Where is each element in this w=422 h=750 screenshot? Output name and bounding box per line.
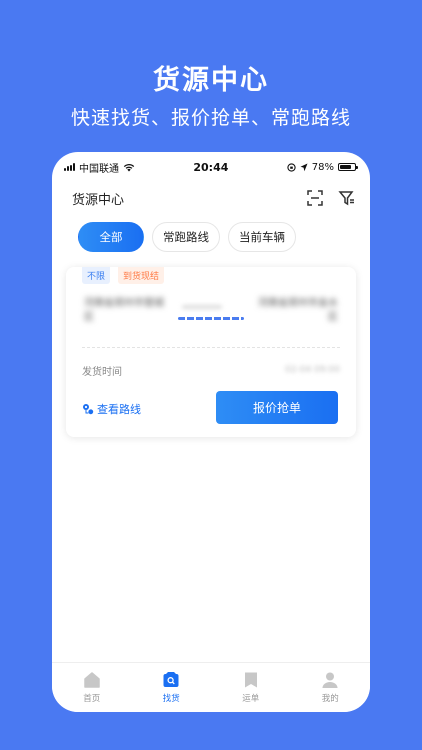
tab-bar: 首页 找货 运单 我的	[52, 662, 370, 712]
scan-icon[interactable]	[306, 189, 324, 207]
route-icon	[83, 404, 94, 415]
status-right: 78%	[287, 161, 358, 173]
battery-icon	[338, 163, 358, 171]
filter-chip-frequent-routes[interactable]: 常跑路线	[152, 222, 220, 252]
filter-chip-all[interactable]: 全部	[78, 222, 144, 252]
tab-waybill-label: 运单	[242, 694, 260, 704]
tab-home[interactable]: 首页	[62, 671, 122, 704]
filter-chip-current-vehicle[interactable]: 当前车辆	[228, 222, 296, 252]
location-icon	[300, 163, 308, 171]
tag-unlimited: 不限	[82, 267, 111, 284]
view-route-link[interactable]: 查看路线	[82, 401, 141, 417]
battery-percent: 78%	[311, 161, 334, 173]
status-bar: 中国联通 20:44 78%	[52, 152, 370, 182]
route-line	[178, 317, 244, 320]
destination-address: 河南省郑州市金水区	[258, 298, 338, 323]
origin-address: 河南省郑州市管城区	[84, 298, 164, 323]
promo-title: 货源中心	[153, 65, 269, 96]
cargo-card[interactable]: 不限 到货现结 河南省郑州市管城区 河南省郑州市金水区 发货时间 02-04 0…	[66, 267, 356, 437]
promo-subtitle: 快速找货、报价抢单、常跑路线	[70, 107, 351, 129]
status-left: 中国联通	[64, 160, 135, 175]
nav-bar: 货源中心	[52, 182, 370, 214]
quote-grab-button[interactable]: 报价抢单	[216, 391, 338, 424]
tab-home-label: 首页	[83, 694, 101, 704]
tab-profile[interactable]: 我的	[300, 671, 360, 704]
waybill-icon	[244, 672, 257, 688]
ship-time-label: 发货时间	[82, 367, 122, 378]
nav-actions	[306, 189, 356, 207]
filter-chips: 全部 常跑路线 当前车辆	[52, 222, 370, 252]
tab-find-goods-label: 找货	[162, 694, 180, 704]
carrier-label: 中国联通	[79, 163, 119, 175]
route-distance	[182, 305, 222, 309]
page-title: 货源中心	[72, 192, 125, 208]
home-icon	[84, 672, 100, 688]
phone-screen: 中国联通 20:44 78% 货源中心 全部 常跑路线 当前车辆 不限 到货现结…	[52, 152, 370, 712]
view-route-label: 查看路线	[97, 403, 141, 416]
tag-payment: 到货现结	[118, 267, 165, 284]
card-tags: 不限 到货现结	[82, 267, 165, 284]
tab-find-goods[interactable]: 找货	[141, 671, 201, 704]
profile-icon	[322, 672, 338, 688]
signal-icon	[64, 163, 75, 171]
filter-icon[interactable]	[338, 189, 356, 207]
battery-fill	[340, 165, 351, 169]
tab-waybill[interactable]: 运单	[221, 671, 281, 704]
wifi-icon	[123, 163, 135, 171]
tab-profile-label: 我的	[321, 694, 339, 704]
clock: 20:44	[193, 160, 229, 174]
find-goods-icon	[163, 672, 179, 687]
orientation-lock-icon	[287, 162, 296, 172]
divider	[82, 347, 340, 348]
ship-time-value: 02-04 09:00	[285, 365, 340, 375]
